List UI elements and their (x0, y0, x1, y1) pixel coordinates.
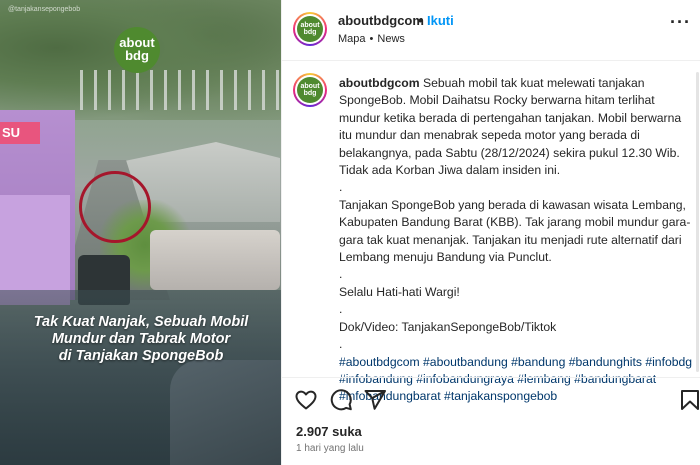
heart-icon[interactable] (294, 388, 318, 412)
avatar[interactable]: about bdg (293, 12, 327, 46)
post-timestamp[interactable]: 1 hari yang lalu (296, 443, 364, 454)
more-icon[interactable]: ··· (670, 12, 691, 33)
post-media[interactable]: SU about bdg @tanjakansepongebob Tak Kua… (0, 0, 281, 465)
aboutbdg-logo: about bdg (114, 27, 160, 73)
divider (282, 60, 700, 61)
video-caption-line: Tak Kuat Nanjak, Sebuah Mobil (33, 314, 249, 330)
fence (80, 70, 280, 110)
caption-username[interactable]: aboutbdgcom (339, 76, 420, 90)
caption-text: Selalu Hati-hati Wargi! (339, 284, 460, 299)
caption-text: . (339, 180, 343, 195)
caption-avatar[interactable]: about bdg (293, 73, 327, 107)
share-icon[interactable] (363, 388, 387, 412)
follow-button[interactable]: Ikuti (427, 13, 454, 28)
video-caption: Tak Kuat Nanjak, Sebuah Mobil Mundur dan… (6, 314, 276, 365)
highlight-circle (79, 171, 151, 243)
purple-building-wall (0, 195, 70, 305)
caption-text: . (339, 337, 343, 352)
foreground-car (170, 360, 281, 465)
caption-text: . (339, 302, 343, 317)
video-caption-line: Mundur dan Tabrak Motor (51, 331, 231, 347)
subtitle-separator: • (369, 33, 374, 45)
video-caption-line: di Tanjakan SpongeBob (58, 348, 224, 364)
like-count[interactable]: 2.907 suka (296, 424, 362, 439)
caption-hashtags[interactable]: #aboutbdgcom #aboutbandung #bandung #ban… (339, 354, 695, 406)
bookmark-icon[interactable] (678, 388, 700, 412)
caption-text: . (339, 267, 343, 282)
post-detail-panel: about bdg aboutbdgcom • Ikuti Mapa • News ·… (281, 0, 700, 465)
video-watermark: @tanjakansepongebob (8, 6, 81, 13)
logo-text-bdg: bdg (125, 48, 149, 63)
header-dot: • (418, 13, 423, 28)
caption-scrollbar[interactable] (696, 72, 699, 372)
divider (282, 377, 700, 378)
location-link[interactable]: Mapa (338, 33, 366, 45)
caption-text: Sebuah mobil tak kuat melewati tanjakan … (339, 76, 682, 178)
caption-text: Tanjakan SpongeBob yang berada di kawasa… (339, 197, 691, 265)
post-caption: aboutbdgcom Sebuah mobil tak kuat melewa… (339, 75, 695, 406)
caption-text: Dok/Video: TanjakanSepongeBob/Tiktok (339, 319, 557, 334)
shop-sign: SU (0, 122, 40, 144)
category-label[interactable]: News (377, 33, 405, 45)
comment-icon[interactable] (329, 388, 353, 412)
header-subtitle: Mapa • News (338, 33, 405, 45)
header-username[interactable]: aboutbdgcom (338, 13, 424, 28)
truck (150, 230, 280, 290)
